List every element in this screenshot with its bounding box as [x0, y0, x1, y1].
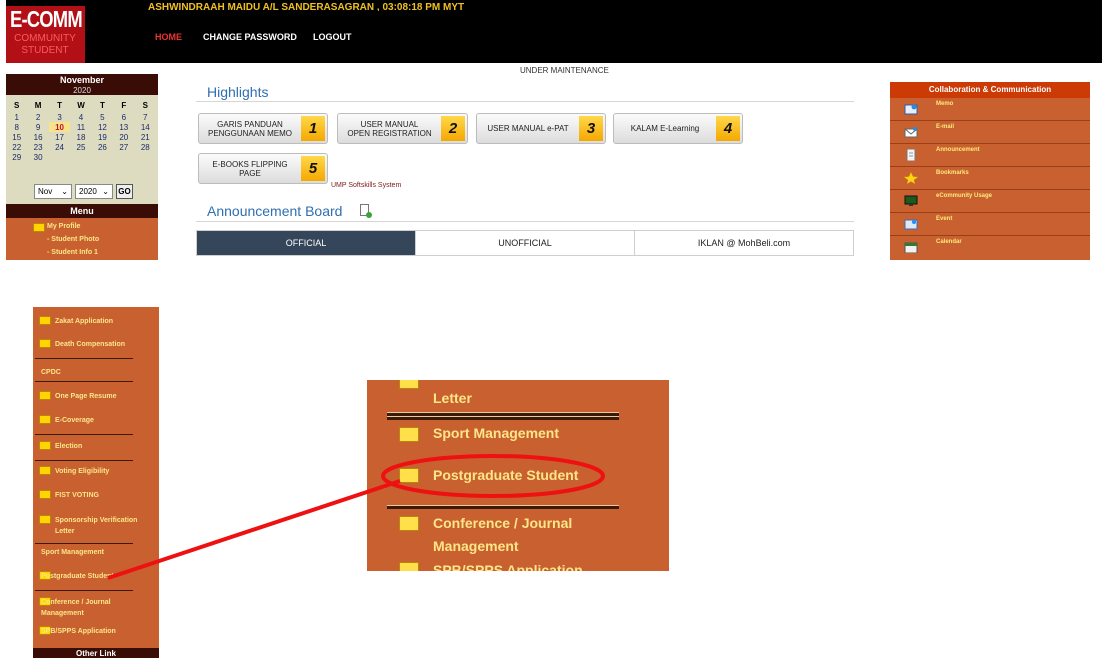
annotation-overlay — [107, 454, 605, 580]
highlight-ellipse — [381, 454, 605, 498]
pointer-line — [107, 479, 401, 580]
